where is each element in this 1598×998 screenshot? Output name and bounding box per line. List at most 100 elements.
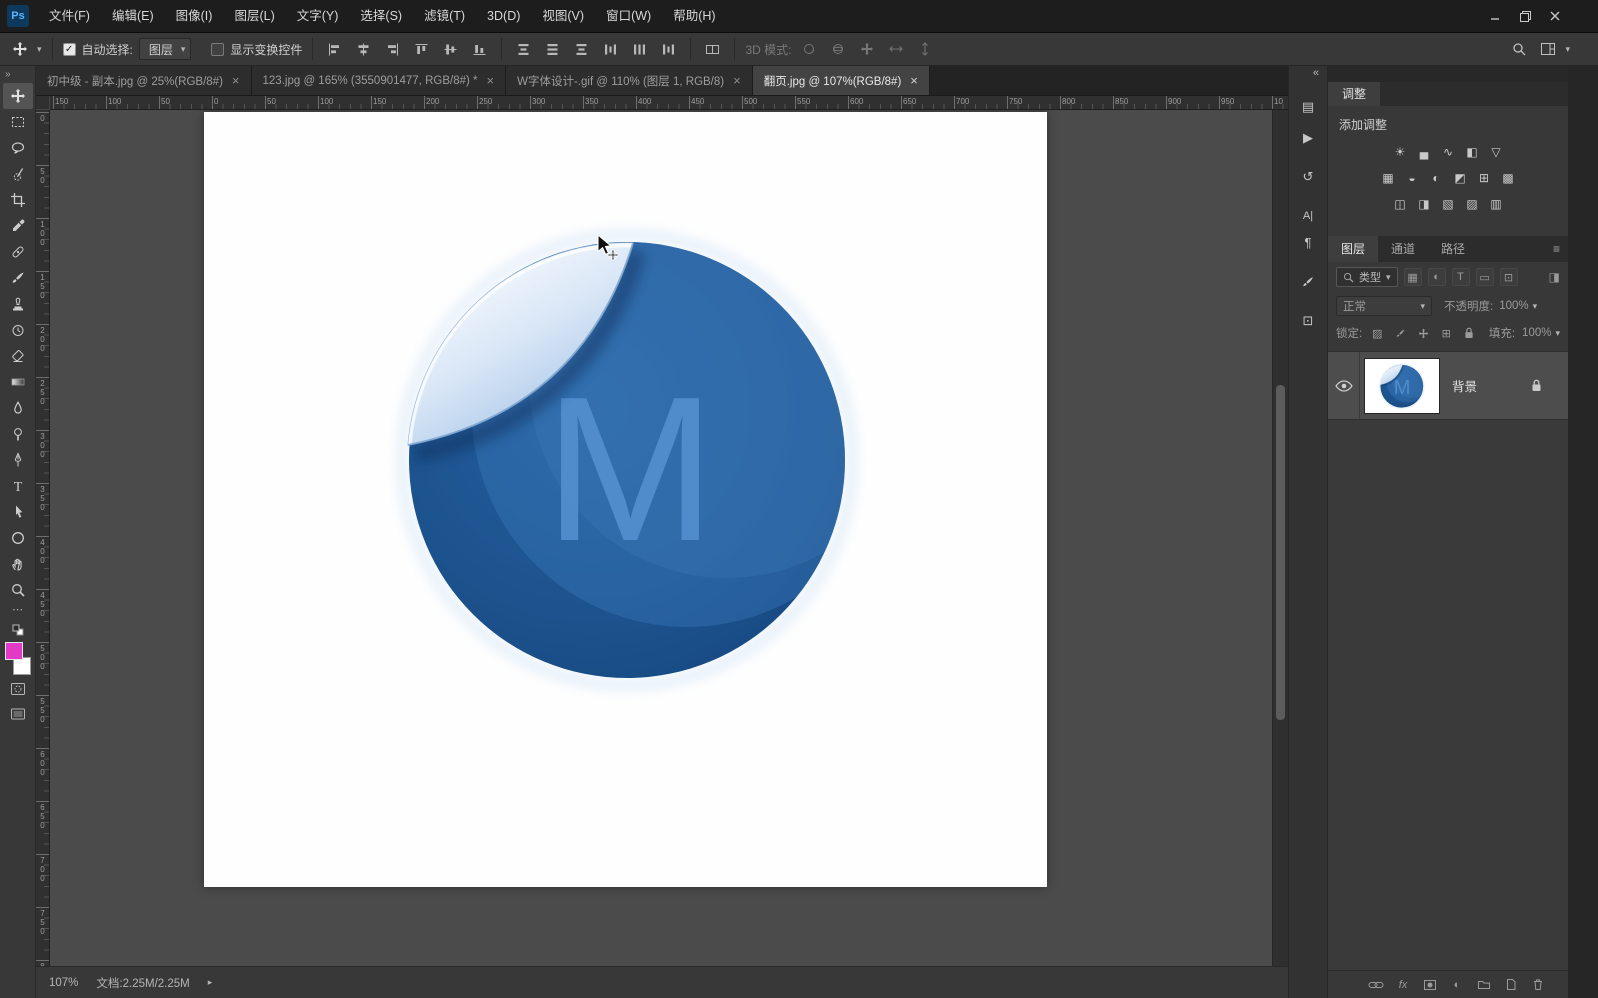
- menu-file[interactable]: 文件(F): [38, 0, 101, 33]
- menu-3d[interactable]: 3D(D): [476, 0, 531, 33]
- workspace-caret[interactable]: ▾: [1565, 44, 1570, 55]
- canvas-area[interactable]: M: [50, 110, 1272, 966]
- adjustment-exposure-button[interactable]: ◧: [1462, 142, 1483, 162]
- top-ruler[interactable]: 150 100 50 0 50 100 150 200 250 300 350 400 450 500 55…: [50, 96, 1288, 110]
- history-panel-icon[interactable]: ↺: [1294, 164, 1322, 189]
- document-tab-1[interactable]: 初中级 - 副本.jpg @ 25%(RGB/8#) ×: [36, 66, 252, 95]
- menu-window[interactable]: 窗口(W): [595, 0, 662, 33]
- paragraph-panel-icon[interactable]: ¶: [1294, 230, 1322, 255]
- auto-select-checkbox[interactable]: ✓: [62, 42, 76, 56]
- tool-preset[interactable]: [8, 37, 31, 61]
- tab-close-icon[interactable]: ×: [733, 73, 741, 88]
- adjustments-panel-tab[interactable]: 调整: [1328, 82, 1381, 106]
- menu-layer[interactable]: 图层(L): [223, 0, 285, 33]
- filter-smart-objects-icon[interactable]: ⊡: [1499, 268, 1518, 286]
- actions-panel-icon[interactable]: ▶: [1294, 125, 1322, 150]
- adjustment-selective-color-button[interactable]: ▥: [1486, 194, 1507, 214]
- 3d-slide-button[interactable]: [884, 37, 907, 61]
- ruler-origin-corner[interactable]: [36, 96, 50, 110]
- expand-panels-icon[interactable]: «: [1313, 66, 1327, 82]
- adjustment-posterize-button[interactable]: ◨: [1414, 194, 1435, 214]
- default-colors-icon[interactable]: [11, 623, 25, 637]
- lock-position-icon[interactable]: [1415, 325, 1431, 341]
- quick-mask-button[interactable]: [3, 678, 33, 700]
- delete-layer-icon[interactable]: [1530, 977, 1546, 993]
- menu-filter[interactable]: 滤镜(T): [413, 0, 476, 33]
- link-layers-icon[interactable]: [1368, 977, 1384, 993]
- new-group-icon[interactable]: [1476, 977, 1492, 993]
- menu-image[interactable]: 图像(I): [165, 0, 224, 33]
- distribute-left-button[interactable]: [599, 37, 622, 61]
- new-adjustment-layer-icon[interactable]: ◐: [1449, 977, 1465, 993]
- minimize-button[interactable]: [1480, 3, 1510, 29]
- menu-edit[interactable]: 编辑(E): [101, 0, 165, 33]
- screen-mode-button[interactable]: [3, 703, 33, 725]
- layer-name[interactable]: 背景: [1452, 376, 1477, 395]
- adjustment-curves-button[interactable]: ∿: [1438, 142, 1459, 162]
- distribute-horizontal-center-button[interactable]: [628, 37, 651, 61]
- align-bottom-button[interactable]: [468, 37, 491, 61]
- brush-settings-panel-icon[interactable]: [1294, 269, 1322, 294]
- lock-image-pixels-icon[interactable]: [1392, 325, 1408, 341]
- lasso-tool[interactable]: [3, 135, 33, 161]
- character-panel-icon[interactable]: A|: [1294, 203, 1322, 228]
- fill-field[interactable]: 100% ▾: [1522, 327, 1560, 339]
- close-button[interactable]: [1540, 3, 1570, 29]
- adjustment-vibrance-button[interactable]: ▽: [1486, 142, 1507, 162]
- document-canvas[interactable]: M: [204, 112, 1047, 887]
- new-layer-icon[interactable]: [1503, 977, 1519, 993]
- distribute-top-button[interactable]: [512, 37, 535, 61]
- auto-select-target-dropdown[interactable]: 图层 ▾: [138, 38, 192, 60]
- distribute-bottom-button[interactable]: [570, 37, 593, 61]
- left-ruler[interactable]: 0 50 100 150 200 250 300 350 400 450 500 550 600 650 7…: [36, 110, 50, 966]
- filter-adjustment-layers-icon[interactable]: ◐: [1427, 268, 1446, 286]
- lock-artboard-icon[interactable]: ⊞: [1438, 325, 1454, 341]
- document-tab-2[interactable]: 123.jpg @ 165% (3550901477, RGB/8#) * ×: [251, 66, 507, 95]
- distribute-vertical-center-button[interactable]: [541, 37, 564, 61]
- menu-view[interactable]: 视图(V): [531, 0, 595, 33]
- panel-menu-icon[interactable]: ≡: [1545, 236, 1568, 262]
- 3d-roll-button[interactable]: [826, 37, 849, 61]
- layer-row-background[interactable]: 背景: [1328, 352, 1568, 420]
- hand-tool[interactable]: [3, 551, 33, 577]
- filter-shape-layers-icon[interactable]: ▭: [1475, 268, 1494, 286]
- quick-selection-tool[interactable]: [3, 161, 33, 187]
- filter-pixel-layers-icon[interactable]: ▦: [1403, 268, 1422, 286]
- adjustment-levels-button[interactable]: ▄: [1414, 142, 1435, 162]
- blur-tool[interactable]: [3, 395, 33, 421]
- edit-toolbar-icon[interactable]: ⋯: [12, 603, 23, 619]
- adjustment-threshold-button[interactable]: ▧: [1438, 194, 1459, 214]
- menu-type[interactable]: 文字(Y): [286, 0, 350, 33]
- clone-stamp-tool[interactable]: [3, 291, 33, 317]
- document-tab-3[interactable]: W字体设计-.gif @ 110% (图层 1, RGB/8) ×: [506, 66, 753, 95]
- tab-close-icon[interactable]: ×: [232, 73, 240, 88]
- filter-type-layers-icon[interactable]: T: [1451, 268, 1470, 286]
- tool-preset-caret[interactable]: ▾: [37, 44, 42, 55]
- adjustment-color-lookup-button[interactable]: ▩: [1498, 168, 1519, 188]
- lock-transparent-pixels-icon[interactable]: ▨: [1369, 325, 1385, 341]
- pen-tool[interactable]: [3, 447, 33, 473]
- adjustment-invert-button[interactable]: ◫: [1390, 194, 1411, 214]
- eraser-tool[interactable]: [3, 343, 33, 369]
- adjustment-photo-filter-button[interactable]: ◩: [1450, 168, 1471, 188]
- blend-mode-dropdown[interactable]: 正常 ▾: [1336, 296, 1432, 316]
- type-tool[interactable]: T: [3, 473, 33, 499]
- workspace-icon[interactable]: [1536, 37, 1559, 61]
- zoom-level-field[interactable]: 107%: [49, 977, 78, 989]
- align-right-button[interactable]: [381, 37, 404, 61]
- layer-thumbnail[interactable]: [1364, 357, 1440, 414]
- restore-button[interactable]: [1510, 3, 1540, 29]
- lock-all-icon[interactable]: [1461, 325, 1477, 341]
- show-transform-checkbox[interactable]: ✓: [211, 42, 225, 56]
- align-left-button[interactable]: [323, 37, 346, 61]
- adjustment-black-white-button[interactable]: ◐: [1426, 168, 1447, 188]
- status-caret-icon[interactable]: ▸: [208, 977, 213, 988]
- adjustment-channel-mixer-button[interactable]: ⊞: [1474, 168, 1495, 188]
- add-layer-mask-icon[interactable]: [1422, 977, 1438, 993]
- adjustment-brightness-contrast-button[interactable]: ☀: [1390, 142, 1411, 162]
- layer-filter-dropdown[interactable]: 类型 ▾: [1336, 267, 1398, 287]
- info-panel-icon[interactable]: ⊡: [1294, 308, 1322, 333]
- distribute-right-button[interactable]: [657, 37, 680, 61]
- rectangular-marquee-tool[interactable]: [3, 109, 33, 135]
- history-brush-tool[interactable]: [3, 317, 33, 343]
